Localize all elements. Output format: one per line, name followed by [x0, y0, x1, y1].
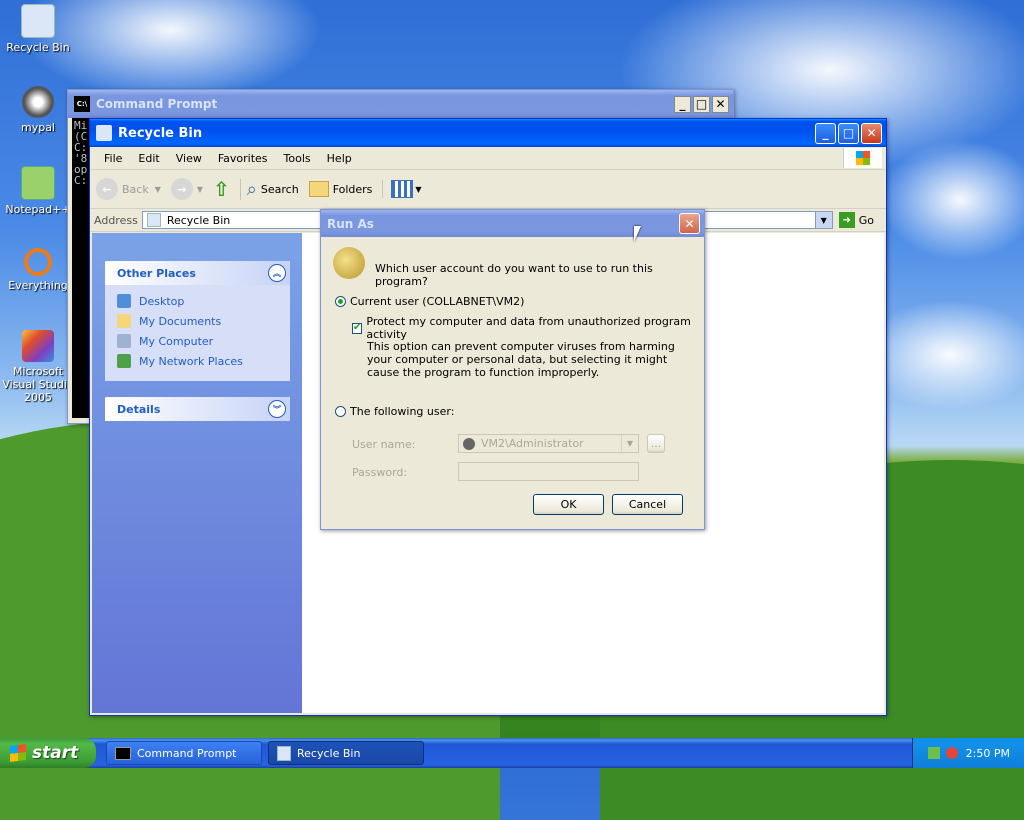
explorer-minimize-button[interactable]: _: [815, 122, 836, 144]
protect-note: This option can prevent computer viruses…: [367, 340, 675, 379]
desktop-icon-recycle-bin[interactable]: Recycle Bin: [0, 4, 76, 54]
go-arrow-icon: ➜: [838, 212, 855, 228]
back-arrow-icon: ←: [96, 178, 118, 200]
cmd-close-button[interactable]: ✕: [712, 95, 729, 113]
chevron-down-icon: ▼: [196, 184, 204, 194]
task-pane: Other Places ︽ Desktop My Documents My C…: [92, 233, 302, 713]
address-dropdown-button[interactable]: ▼: [814, 211, 833, 229]
folder-icon: [308, 181, 329, 197]
browse-user-button[interactable]: ...: [647, 434, 665, 453]
cmd-icon: C:\: [74, 96, 90, 112]
desktop-icon-everything[interactable]: Everything: [0, 248, 76, 292]
up-folder-button[interactable]: ⇧: [213, 177, 230, 201]
collapse-chevron-icon: ︽: [268, 264, 286, 282]
run-as-close-button[interactable]: ✕: [679, 213, 700, 234]
keys-icon: [333, 247, 365, 279]
system-tray: 2:50 PM: [912, 738, 1024, 768]
place-link-my-documents[interactable]: My Documents: [105, 311, 290, 331]
other-places-header[interactable]: Other Places ︽: [105, 261, 290, 285]
expand-chevron-icon: ︾: [268, 400, 286, 418]
taskbar: start Command Prompt Recycle Bin 2:50 PM: [0, 738, 1024, 768]
password-field[interactable]: [458, 462, 639, 481]
user-icon: [463, 437, 475, 450]
desktop-icon-notepadpp[interactable]: Notepad++: [0, 166, 76, 216]
menu-favorites[interactable]: Favorites: [210, 152, 276, 165]
details-panel: Details ︾: [105, 397, 290, 421]
place-link-my-network-places[interactable]: My Network Places: [105, 351, 290, 371]
notepadpp-icon: [21, 166, 55, 200]
taskbar-item-recycle-bin[interactable]: Recycle Bin: [268, 741, 424, 765]
cmd-minimize-button[interactable]: _: [674, 95, 691, 113]
chevron-down-icon: ▼: [415, 184, 422, 194]
folders-button[interactable]: Folders: [308, 181, 372, 197]
go-button[interactable]: ➜ Go: [838, 212, 874, 228]
network-tray-icon[interactable]: [927, 747, 940, 759]
recycle-bin-icon: [21, 4, 55, 38]
everything-icon: [24, 248, 52, 276]
following-user-radio[interactable]: [335, 406, 346, 417]
cmd-icon: [115, 746, 131, 760]
windows-flag-icon: [10, 744, 26, 762]
cmd-maximize-button[interactable]: □: [693, 95, 710, 113]
security-tray-icon[interactable]: [945, 747, 958, 759]
cancel-button[interactable]: Cancel: [612, 494, 683, 515]
run-as-titlebar[interactable]: Run As ✕: [321, 210, 704, 237]
explorer-titlebar[interactable]: Recycle Bin _ □ ✕: [90, 119, 886, 147]
toolbar: ← Back ▼ → ▼ ⇧ ⌕ Search Folders ▼: [90, 170, 886, 209]
search-icon: ⌕: [246, 178, 257, 200]
current-user-option[interactable]: Current user (COLLABNET\VM2): [335, 295, 524, 308]
search-button[interactable]: ⌕ Search: [239, 178, 299, 200]
desktop-icon-mypal[interactable]: mypal: [0, 86, 76, 134]
my-documents-icon: [117, 314, 131, 328]
views-button[interactable]: ▼: [382, 180, 422, 198]
protect-checkbox[interactable]: ✔: [352, 322, 363, 334]
current-user-radio[interactable]: [335, 296, 346, 307]
explorer-maximize-button[interactable]: □: [838, 122, 859, 144]
views-grid-icon: [391, 180, 414, 198]
desktop-icon: [117, 294, 131, 308]
menu-view[interactable]: View: [168, 152, 210, 165]
forward-button[interactable]: → ▼: [170, 178, 204, 200]
back-button[interactable]: ← Back ▼: [96, 178, 161, 200]
chevron-down-icon: ▼: [621, 435, 638, 452]
taskbar-item-command-prompt[interactable]: Command Prompt: [106, 741, 262, 765]
recycle-bin-small-icon: [96, 125, 112, 141]
following-user-option[interactable]: The following user:: [335, 405, 454, 418]
protect-option[interactable]: ✔ Protect my computer and data from unau…: [352, 315, 704, 341]
run-as-dialog[interactable]: Run As ✕ Which user account do you want …: [320, 209, 705, 530]
place-link-desktop[interactable]: Desktop: [105, 291, 290, 311]
my-computer-icon: [117, 334, 131, 348]
desktop-icon-visual-studio[interactable]: Microsoft Visual Studio 2005: [0, 330, 76, 404]
menu-help[interactable]: Help: [319, 152, 360, 165]
forward-arrow-icon: →: [170, 178, 193, 200]
recycle-bin-small-icon: [146, 213, 161, 227]
menu-tools[interactable]: Tools: [276, 152, 319, 165]
start-button[interactable]: start: [0, 738, 96, 768]
mouse-cursor-icon: [634, 226, 641, 242]
ok-button[interactable]: OK: [533, 494, 604, 515]
other-places-panel: Other Places ︽ Desktop My Documents My C…: [105, 261, 290, 381]
windows-logo-icon: [843, 148, 882, 168]
network-places-icon: [117, 354, 131, 368]
up-arrow-icon: ⇧: [213, 177, 230, 201]
clock[interactable]: 2:50 PM: [966, 747, 1010, 760]
menu-file[interactable]: File: [96, 152, 130, 165]
explorer-close-button[interactable]: ✕: [861, 122, 882, 144]
menu-bar: File Edit View Favorites Tools Help: [90, 147, 886, 170]
place-link-my-computer[interactable]: My Computer: [105, 331, 290, 351]
cmd-titlebar[interactable]: C:\ Command Prompt _ □ ✕: [68, 90, 733, 118]
visual-studio-icon: [22, 330, 54, 362]
recycle-bin-small-icon: [277, 745, 291, 761]
details-header[interactable]: Details ︾: [105, 397, 290, 421]
chevron-down-icon: ▼: [154, 184, 161, 194]
menu-edit[interactable]: Edit: [130, 152, 167, 165]
mypal-icon: [22, 86, 54, 118]
username-combobox[interactable]: VM2\Administrator ▼: [458, 434, 639, 453]
